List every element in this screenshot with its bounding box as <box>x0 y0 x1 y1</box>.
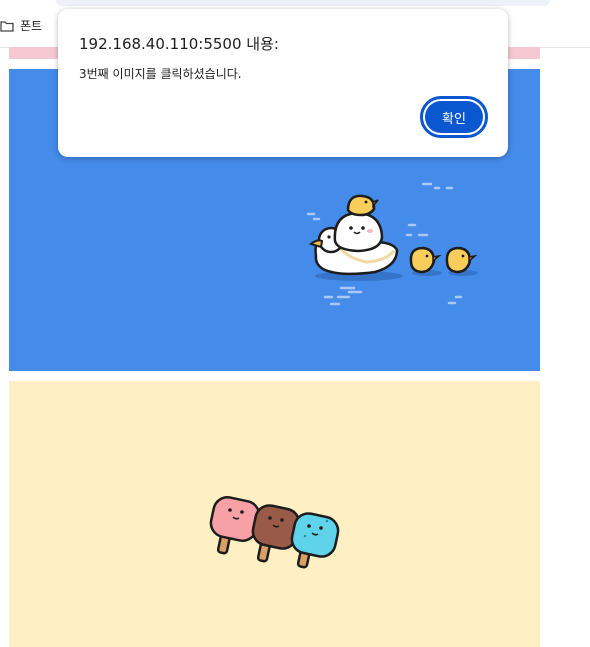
folder-icon <box>0 20 14 32</box>
gallery-image-4[interactable] <box>9 381 540 647</box>
ice-pop-illustration <box>209 496 340 569</box>
bookmark-folder[interactable]: 폰트 <box>0 17 42 34</box>
ok-button[interactable]: 확인 <box>420 96 488 138</box>
ok-button-label: 확인 <box>425 101 483 133</box>
dialog-message: 3번째 이미지를 클릭하셨습니다. <box>79 67 242 81</box>
address-bar-edge[interactable] <box>56 0 550 6</box>
bookmark-folder-label: 폰트 <box>20 19 43 33</box>
alert-dialog: 192.168.40.110:5500 내용: 3번째 이미지를 클릭하셨습니다… <box>58 9 508 157</box>
dialog-title: 192.168.40.110:5500 내용: <box>79 35 279 53</box>
